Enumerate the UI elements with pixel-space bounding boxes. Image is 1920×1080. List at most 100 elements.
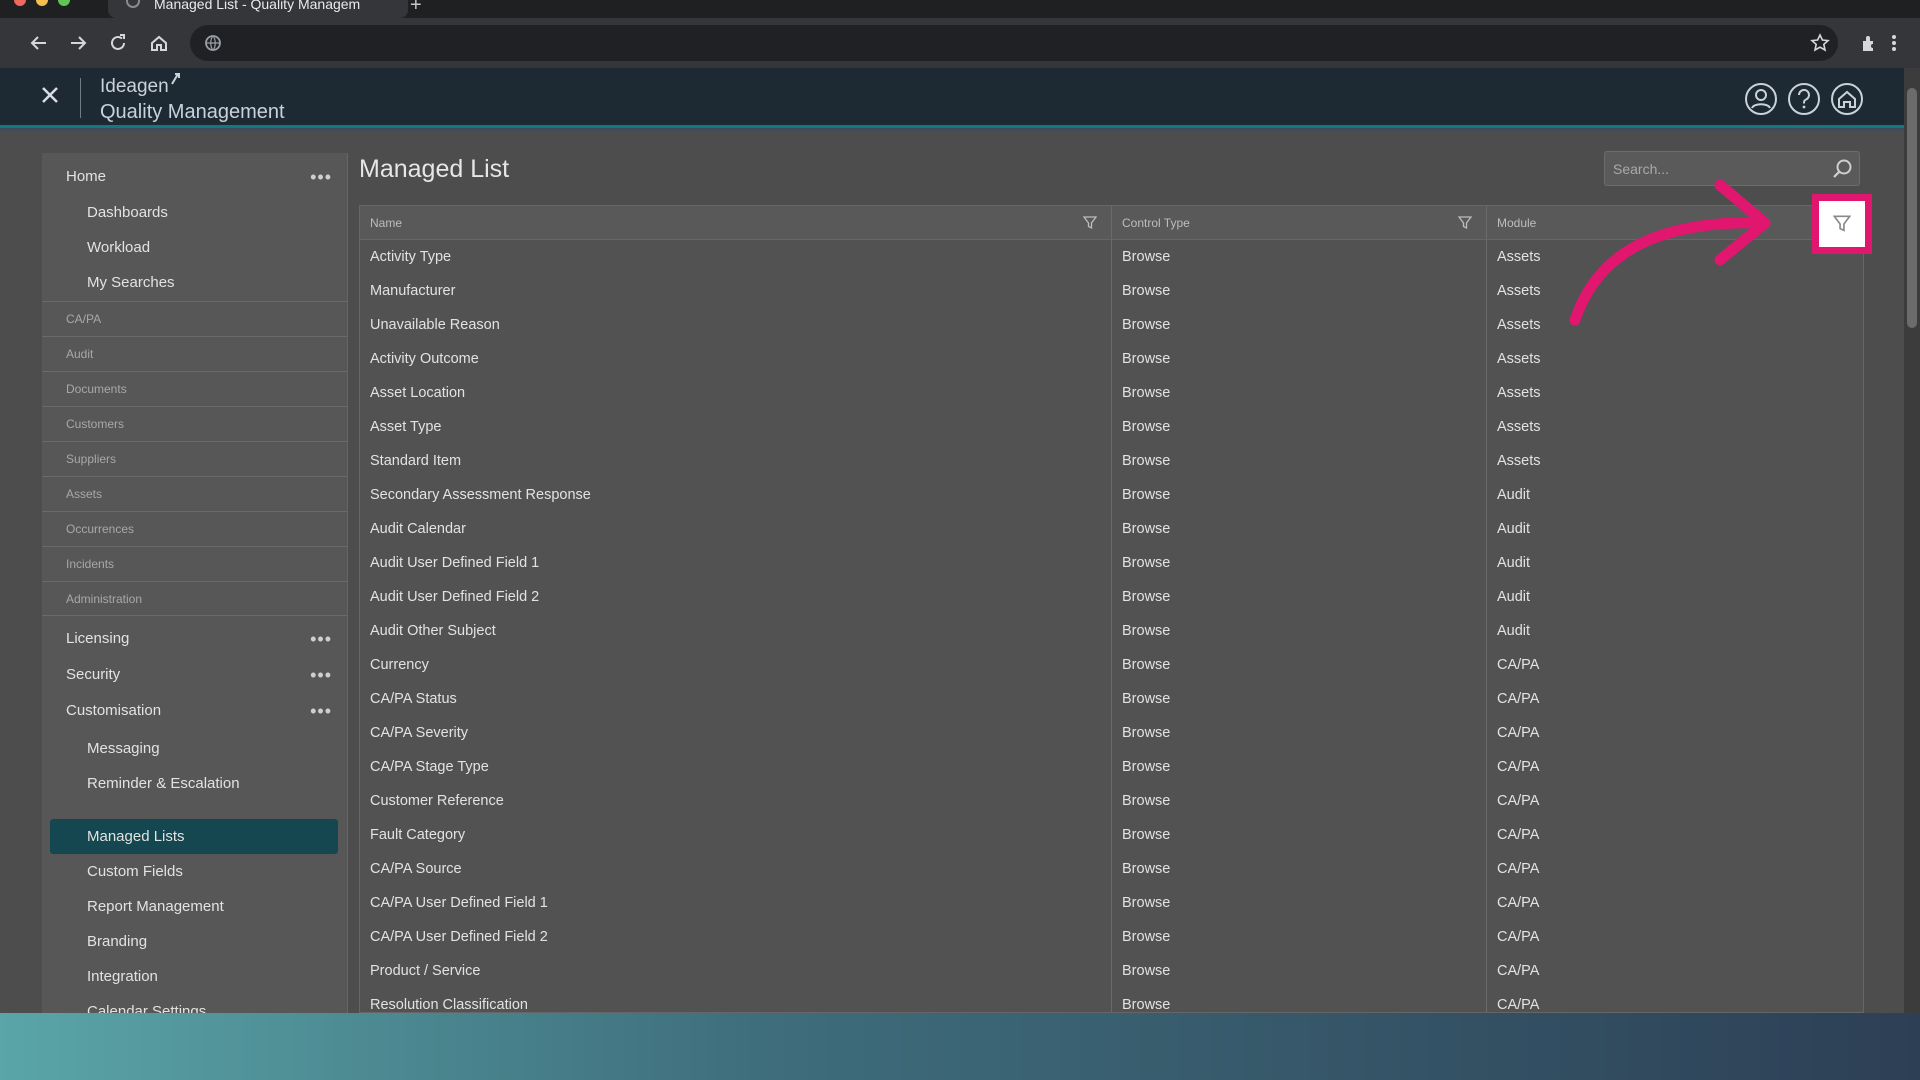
reload-icon[interactable] [101, 26, 135, 60]
close-icon[interactable] [36, 81, 64, 109]
table-row[interactable]: Asset Type Browse Assets [360, 410, 1865, 444]
table-row[interactable]: CA/PA Status Browse CA/PA [360, 682, 1865, 716]
sidebar-category-administration[interactable]: Administration [42, 581, 348, 616]
cell-control-type: Browse [1122, 589, 1171, 605]
more-options-icon[interactable]: ••• [310, 699, 332, 723]
sidebar-item-calendar-settings[interactable]: Calendar Settings [42, 1000, 348, 1013]
table-row[interactable]: Fault Category Browse CA/PA [360, 818, 1865, 852]
scrollbar-thumb[interactable] [1907, 88, 1917, 328]
table-row[interactable]: CA/PA User Defined Field 2 Browse CA/PA [360, 920, 1865, 954]
table-row[interactable]: CA/PA Severity Browse CA/PA [360, 716, 1865, 750]
home-icon[interactable] [1830, 82, 1864, 116]
table-row[interactable]: Activity Outcome Browse Assets [360, 342, 1865, 376]
sidebar-item-label: Licensing [66, 630, 130, 647]
more-options-icon[interactable]: ••• [310, 165, 332, 189]
cell-name: Unavailable Reason [370, 317, 500, 333]
search-icon[interactable] [1831, 158, 1853, 180]
sidebar-item-my-searches[interactable]: My Searches [42, 271, 348, 295]
sidebar-category-customers[interactable]: Customers [42, 406, 348, 441]
table-row[interactable]: Asset Location Browse Assets [360, 376, 1865, 410]
tutorial-arrow-icon [1569, 179, 1771, 326]
new-tab-button[interactable]: + [410, 0, 422, 17]
table-row[interactable]: Audit Calendar Browse Audit [360, 512, 1865, 546]
cell-module: CA/PA [1497, 895, 1540, 911]
cell-control-type: Browse [1122, 895, 1171, 911]
cell-control-type: Browse [1122, 725, 1171, 741]
table-row[interactable]: Secondary Assessment Response Browse Audit [360, 478, 1865, 512]
page-scrollbar[interactable] [1904, 68, 1920, 1013]
sidebar-item-security[interactable]: Security ••• [42, 663, 348, 687]
sidebar-item-workload[interactable]: Workload [42, 236, 348, 260]
star-icon[interactable] [1810, 33, 1830, 53]
sidebar-category-audit[interactable]: Audit [42, 336, 348, 371]
sidebar-item-integration[interactable]: Integration [42, 965, 348, 989]
table-row[interactable]: Standard Item Browse Assets [360, 444, 1865, 478]
sidebar-category-suppliers[interactable]: Suppliers [42, 441, 348, 476]
cell-module: CA/PA [1497, 827, 1540, 843]
maximize-window-button[interactable] [58, 0, 70, 6]
sidebar-item-customisation[interactable]: Customisation ••• [42, 699, 348, 723]
cell-module: CA/PA [1497, 691, 1540, 707]
cell-module: CA/PA [1497, 929, 1540, 945]
site-info-icon[interactable] [204, 34, 222, 52]
sidebar-category-incidents[interactable]: Incidents [42, 546, 348, 581]
table-row[interactable]: Resolution Classification Browse CA/PA [360, 988, 1865, 1013]
sidebar-item-dashboards[interactable]: Dashboards [42, 201, 348, 225]
cell-module: CA/PA [1497, 997, 1540, 1013]
cell-name: Audit User Defined Field 1 [370, 555, 540, 571]
browser-tab[interactable]: Managed List - Quality Managem [108, 0, 408, 18]
sidebar-item-messaging[interactable]: Messaging [42, 737, 348, 761]
more-options-icon[interactable]: ••• [310, 663, 332, 687]
cell-name: Fault Category [370, 827, 466, 843]
module-filter-highlight[interactable] [1812, 194, 1872, 254]
table-row[interactable]: Product / Service Browse CA/PA [360, 954, 1865, 988]
back-icon[interactable] [22, 26, 56, 60]
filter-icon[interactable] [1833, 215, 1851, 233]
address-bar[interactable] [190, 25, 1838, 61]
extensions-icon[interactable] [1852, 26, 1886, 60]
table-row[interactable]: Currency Browse CA/PA [360, 648, 1865, 682]
sidebar-category-assets[interactable]: Assets [42, 476, 348, 511]
more-options-icon[interactable]: ••• [310, 627, 332, 651]
column-header-name[interactable]: Name [360, 206, 1112, 240]
column-header-control-type[interactable]: Control Type [1112, 206, 1487, 240]
table-row[interactable]: Audit User Defined Field 1 Browse Audit [360, 546, 1865, 580]
sidebar-category-occurrences[interactable]: Occurrences [42, 511, 348, 546]
minimize-window-button[interactable] [36, 0, 48, 6]
table-row[interactable]: CA/PA User Defined Field 1 Browse CA/PA [360, 886, 1865, 920]
sidebar-item-reminder-escalation[interactable]: Reminder & Escalation [42, 772, 348, 796]
help-icon[interactable] [1787, 82, 1821, 116]
table-row[interactable]: Audit Other Subject Browse Audit [360, 614, 1865, 648]
table-row[interactable]: Audit User Defined Field 2 Browse Audit [360, 580, 1865, 614]
table-row[interactable]: Customer Reference Browse CA/PA [360, 784, 1865, 818]
sidebar-item-home[interactable]: Home ••• [42, 165, 348, 189]
table-row[interactable]: CA/PA Stage Type Browse CA/PA [360, 750, 1865, 784]
cell-module: CA/PA [1497, 963, 1540, 979]
sidebar-category-capa[interactable]: CA/PA [42, 301, 348, 336]
filter-icon[interactable] [1083, 216, 1097, 230]
cell-module: Assets [1497, 385, 1541, 401]
sidebar-item-custom-fields[interactable]: Custom Fields [42, 860, 348, 884]
home-icon[interactable] [142, 26, 176, 60]
cell-control-type: Browse [1122, 317, 1171, 333]
forward-icon[interactable] [61, 26, 95, 60]
cell-module: CA/PA [1497, 759, 1540, 775]
cell-name: CA/PA Source [370, 861, 462, 877]
cell-control-type: Browse [1122, 521, 1171, 537]
sidebar-item-report-management[interactable]: Report Management [42, 895, 348, 919]
user-icon[interactable] [1744, 82, 1778, 116]
table-row[interactable]: CA/PA Source Browse CA/PA [360, 852, 1865, 886]
sidebar-item-managed-lists[interactable]: Managed Lists [42, 825, 348, 849]
menu-icon[interactable] [1884, 26, 1904, 60]
cell-name: Audit User Defined Field 2 [370, 589, 540, 605]
column-header-label: Module [1497, 216, 1537, 230]
cell-name: Secondary Assessment Response [370, 487, 591, 503]
cell-name: Asset Location [370, 385, 466, 401]
sidebar-item-branding[interactable]: Branding [42, 930, 348, 954]
cell-control-type: Browse [1122, 861, 1171, 877]
cell-module: Audit [1497, 487, 1531, 503]
filter-icon[interactable] [1458, 216, 1472, 230]
sidebar-category-documents[interactable]: Documents [42, 371, 348, 406]
sidebar-item-licensing[interactable]: Licensing ••• [42, 627, 348, 651]
close-window-button[interactable] [14, 0, 26, 6]
